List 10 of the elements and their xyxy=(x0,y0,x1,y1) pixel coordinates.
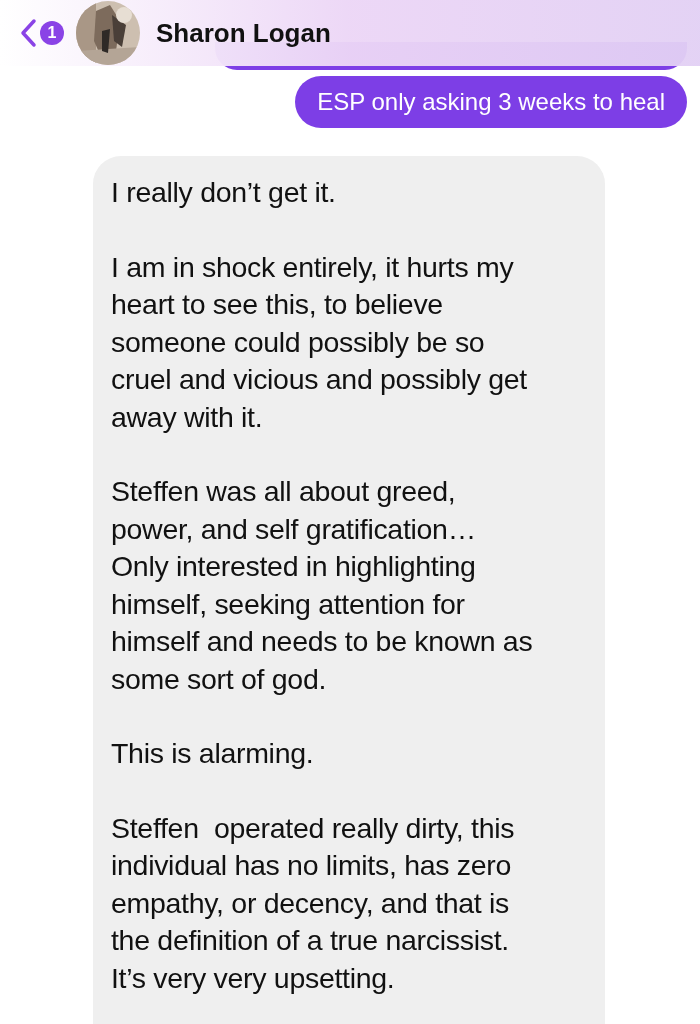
message-paragraph: I am in shock entirely, it hurts my heart to see this, to believe someone could possibly be so cruel and vicious and possibly get away with it. xyxy=(111,249,528,435)
back-button[interactable]: 1 xyxy=(0,18,64,48)
message-paragraph: Steffen operated really dirty, this individual has no limits, has zero empathy, or decency, and that is the definition of a true narcissist. It’s very very upsetting. xyxy=(111,810,516,996)
message-paragraph: This is alarming. xyxy=(111,736,315,771)
message-paragraph: Steffen was all about greed, power, and self gratification… Only interested in highlighting himself, seeking attention for himself and needs to be known as some sort of god. xyxy=(111,474,534,697)
contact-name: Sharon Logan xyxy=(156,17,331,49)
sent-message: ESP only asking 3 weeks to heal xyxy=(295,76,687,128)
unread-count: 1 xyxy=(40,21,64,45)
chevron-left-icon xyxy=(18,18,38,48)
message-paragraph: I really don’t get it. xyxy=(111,175,337,210)
